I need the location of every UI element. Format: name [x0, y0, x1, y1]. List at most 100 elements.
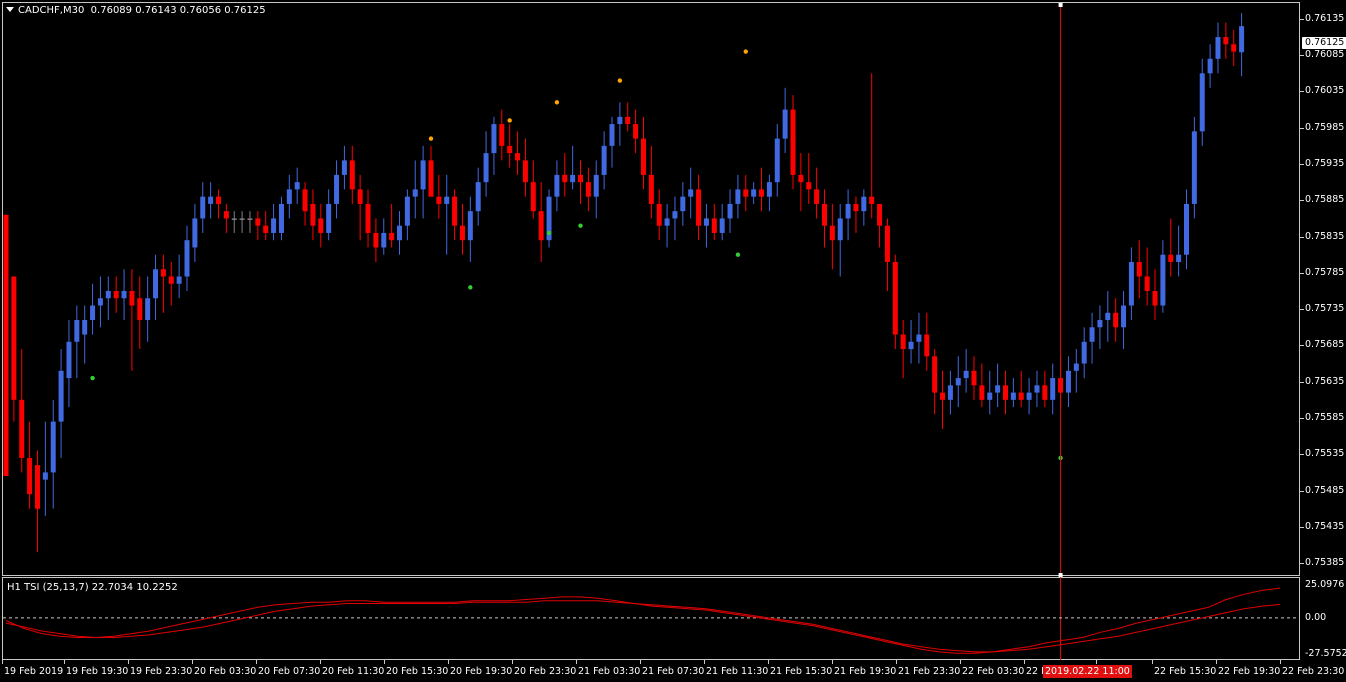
candle-body: [664, 218, 670, 226]
candle-body: [1097, 320, 1103, 328]
price-label: 0.75835: [1305, 230, 1345, 242]
candle-body: [640, 138, 646, 175]
price-tick: [1300, 18, 1304, 20]
candle-body: [341, 160, 347, 175]
candle-body: [1152, 291, 1158, 306]
time-tick: [1216, 660, 1217, 664]
candle-body: [570, 174, 576, 183]
dropdown-triangle-icon[interactable]: [6, 7, 14, 12]
candle-body: [231, 218, 237, 220]
candle-body: [1223, 37, 1229, 45]
price-label: 0.75585: [1305, 411, 1345, 423]
candle-body: [318, 218, 324, 233]
price-tick: [1300, 381, 1304, 383]
candle-body: [223, 211, 229, 219]
candle-body: [995, 385, 1001, 393]
candle-body: [1002, 385, 1008, 400]
candle-body: [137, 298, 143, 321]
signal-dot-green: [735, 252, 741, 257]
candle-body: [34, 465, 40, 509]
candle-body: [932, 356, 938, 393]
time-label: 22 Feb 19:30: [1218, 666, 1281, 677]
price-label: 0.75785: [1305, 266, 1345, 278]
candle-body: [696, 189, 702, 226]
candle-body: [554, 174, 560, 197]
candle-body: [782, 109, 788, 139]
candle-body: [829, 225, 835, 241]
candle-body: [837, 218, 843, 241]
candle-body: [1018, 392, 1024, 400]
candle-body: [483, 153, 489, 183]
candle-body: [648, 174, 654, 204]
candle-body: [160, 269, 166, 277]
candle-body: [1065, 370, 1071, 393]
signal-dot-green: [90, 375, 95, 381]
price-tick: [1300, 200, 1304, 202]
candle-body: [467, 211, 473, 241]
candle-body: [806, 182, 812, 190]
candle-body: [924, 334, 930, 357]
time-tick: [704, 660, 705, 664]
candle-body: [1215, 37, 1221, 59]
candle-body: [507, 145, 513, 154]
candle-body: [515, 153, 521, 161]
crosshair-time-label: 2019.02.22 11:00: [1043, 665, 1132, 678]
candle-body: [444, 196, 450, 204]
candle-body: [727, 203, 733, 219]
candle-body: [688, 189, 694, 197]
candle-body: [113, 291, 119, 299]
candle-body: [1184, 203, 1189, 255]
candle-body: [3, 214, 9, 477]
candle-body: [766, 182, 772, 197]
candle-body: [286, 189, 292, 204]
candle-body: [940, 392, 946, 400]
time-label: 22 Feb 23:30: [1282, 666, 1345, 677]
candle-body: [585, 182, 591, 197]
signal-dot-green: [578, 223, 583, 228]
candle-body: [1121, 305, 1127, 328]
candle-body: [475, 182, 481, 212]
signal-dot-green: [468, 285, 473, 290]
candle-body: [381, 232, 387, 248]
indicator-axis-label: -27.5752: [1305, 648, 1346, 659]
signal-dot-orange: [507, 118, 512, 123]
candle-body: [404, 196, 410, 226]
time-label: 20 Feb 07:30: [258, 666, 321, 677]
candle-body: [633, 124, 639, 139]
candle-body: [1168, 254, 1174, 262]
candle-body: [719, 218, 725, 233]
ohlc-values: 0.76089 0.76143 0.76056 0.76125: [90, 5, 266, 16]
time-label: 19 Feb 2019: [4, 666, 64, 677]
price-label: 0.76135: [1305, 12, 1345, 24]
candle-body: [947, 385, 953, 400]
candle-body: [1113, 312, 1119, 328]
candle-body: [869, 196, 875, 204]
candle-body: [530, 182, 536, 212]
price-tick: [1300, 490, 1304, 492]
candle-body: [1026, 392, 1032, 400]
price-label: 0.75435: [1305, 520, 1345, 532]
signal-dot-green: [546, 230, 552, 236]
candle-body: [90, 305, 96, 321]
crosshair-handle-top: [1058, 3, 1063, 7]
signal-dot-orange: [617, 78, 623, 83]
price-tick: [1300, 236, 1304, 238]
candle-body: [711, 218, 717, 233]
price-label: 0.75985: [1305, 121, 1345, 133]
candle-body: [1034, 385, 1040, 393]
time-tick: [192, 660, 193, 664]
candle-body: [278, 203, 284, 233]
candle-body: [499, 124, 505, 146]
candle-body: [412, 189, 418, 197]
candle-body: [200, 196, 206, 219]
candle-body: [900, 334, 906, 350]
time-tick: [512, 660, 513, 664]
candle-body: [884, 225, 890, 262]
candle-body: [908, 341, 914, 350]
candle-body: [1089, 327, 1095, 342]
candle-body: [129, 291, 135, 306]
candle-body: [703, 218, 709, 226]
candle-body: [1199, 73, 1205, 132]
candle-body: [1176, 254, 1182, 262]
candle-body: [877, 203, 883, 226]
